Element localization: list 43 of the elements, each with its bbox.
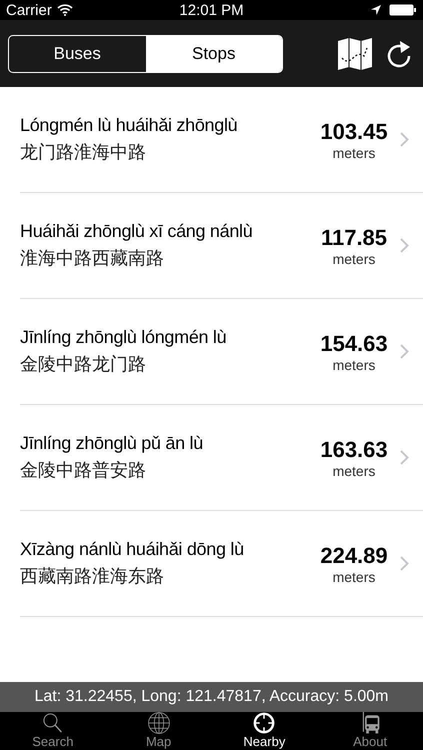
- stop-name-chinese: 龙门路淮海中路: [20, 141, 147, 164]
- status-time: 12:01 PM: [179, 2, 244, 18]
- wifi-icon: [56, 4, 73, 16]
- distance-unit: meters: [332, 144, 376, 160]
- stop-name-pinyin: Huáihǎi zhōnglù xī cáng nánlù: [20, 221, 254, 242]
- stop-name-chinese: 金陵中路龙门路: [20, 353, 147, 376]
- battery-icon: [389, 4, 417, 16]
- distance-value: 154.63: [320, 330, 388, 356]
- stop-name-pinyin: Lóngmén lù huáihǎi zhōnglù: [20, 115, 238, 136]
- distance-unit: meters: [332, 462, 376, 478]
- chevron-icon: [400, 450, 409, 465]
- tab-bar-item[interactable]: Nearby: [212, 712, 318, 750]
- stop-name-pinyin: Xīzàng nánlù huáihǎi dōng lù: [20, 539, 245, 560]
- distance-unit: meters: [332, 250, 376, 266]
- tab-bar-item[interactable]: Search: [0, 712, 106, 750]
- location-arrow-icon: [371, 5, 381, 15]
- stop-name-chinese: 西藏南路淮海东路: [20, 565, 165, 588]
- distance-value: 103.45: [320, 118, 388, 144]
- carrier-label: Carrier: [6, 2, 52, 18]
- chevron-icon: [400, 238, 409, 253]
- chevron-icon: [400, 344, 409, 359]
- distance-value: 163.63: [320, 436, 388, 462]
- stop-row[interactable]: Xīzàng nánlù huáihǎi dōng lù 西藏南路淮海东路 224.89 meters: [20, 511, 423, 617]
- stop-name-pinyin: Jīnlíng zhōnglù pǔ ān lù: [20, 433, 204, 454]
- distance-value: 224.89: [320, 542, 388, 568]
- distance-unit: meters: [332, 356, 376, 372]
- stop-row[interactable]: Jīnlíng zhōnglù lóngmén lù 金陵中路龙门路 154.63 meters: [20, 299, 423, 405]
- distance-unit: meters: [332, 568, 376, 584]
- chevron-icon: [400, 132, 409, 147]
- segment-tab[interactable]: Buses: [9, 36, 146, 72]
- stop-name-chinese: 金陵中路普安路: [20, 459, 147, 482]
- chevron-icon: [400, 556, 409, 571]
- stop-name-chinese: 淮海中路西藏南路: [20, 247, 165, 270]
- map-icon[interactable]: [337, 38, 373, 70]
- tab-bar-item[interactable]: About: [317, 712, 423, 750]
- distance-value: 117.85: [320, 224, 388, 250]
- stop-row[interactable]: Huáihǎi zhōnglù xī cáng nánlù 淮海中路西藏南路 117.85 meters: [20, 193, 423, 299]
- stop-row[interactable]: Lóngmén lù huáihǎi zhōnglù 龙门路淮海中路 103.45 meters: [20, 87, 423, 193]
- segment-tab[interactable]: Stops: [146, 36, 282, 72]
- location-bar: Lat: 31.22455, Long: 121.47817, Accuracy: 5.00m: [0, 682, 423, 712]
- tab-bar-item[interactable]: Map: [106, 712, 212, 750]
- stop-row[interactable]: Jīnlíng zhōnglù pǔ ān lù 金陵中路普安路 163.63 meters: [20, 405, 423, 511]
- stop-name-pinyin: Jīnlíng zhōnglù lóngmén lù: [20, 327, 228, 348]
